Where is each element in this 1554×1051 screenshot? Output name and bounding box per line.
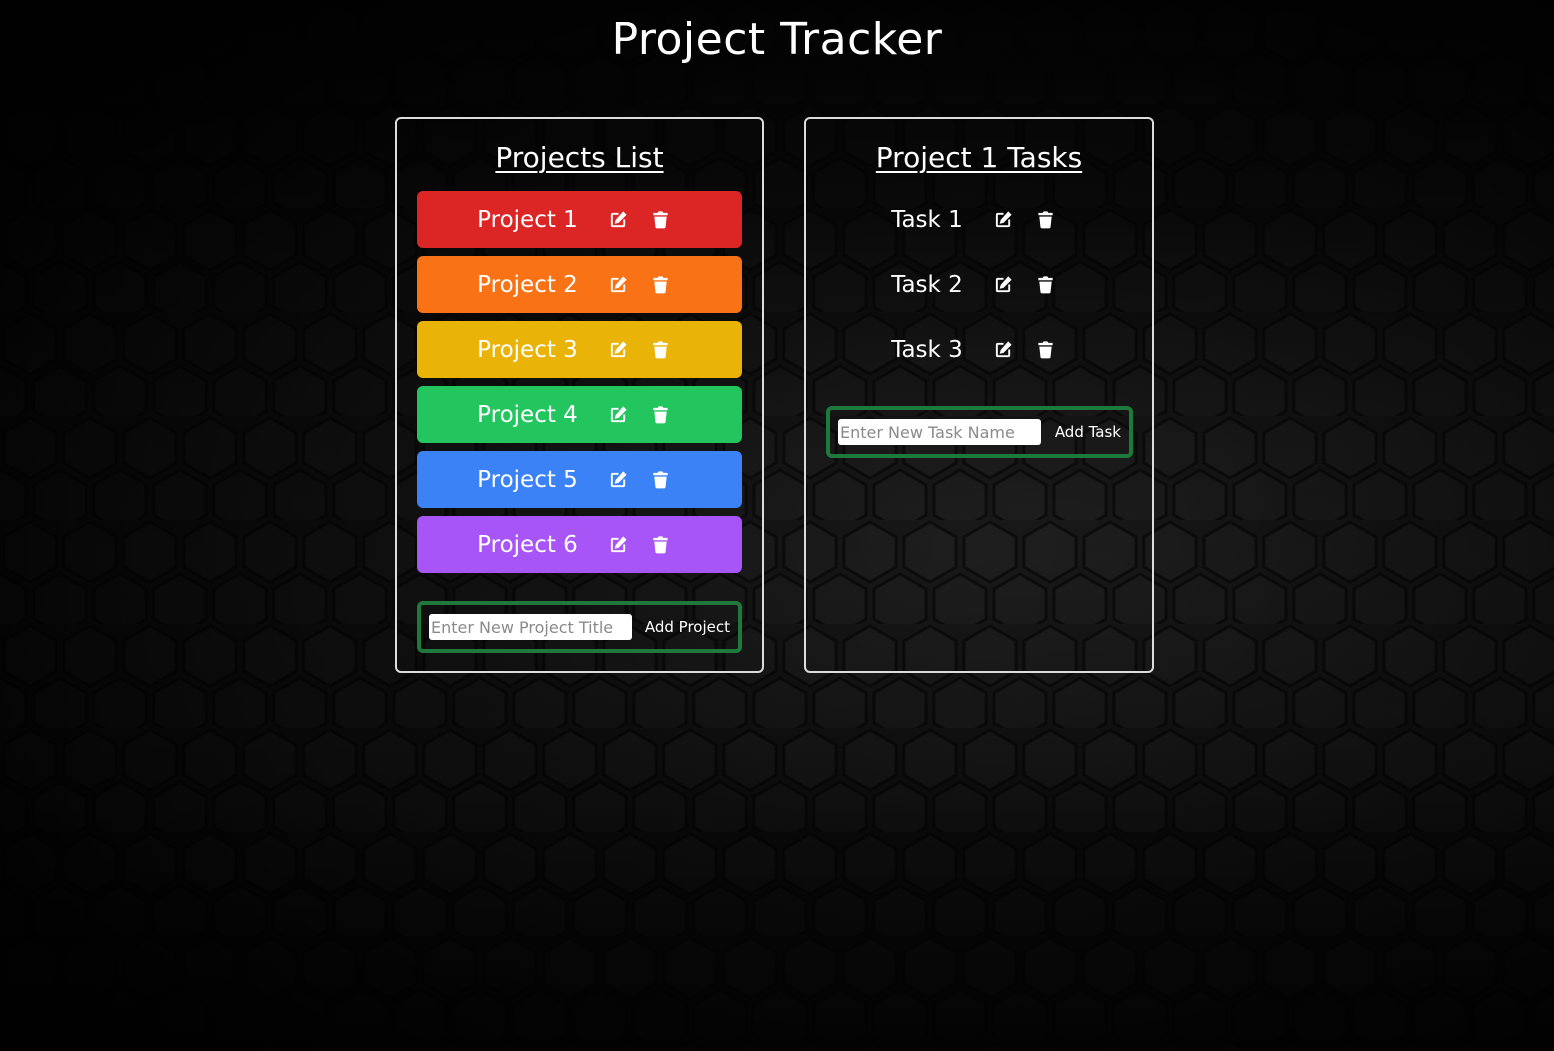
task-list: Task 1 Task 2 Task 3 xyxy=(806,191,1152,386)
trash-icon[interactable] xyxy=(650,404,672,426)
add-project-button[interactable]: Add Project xyxy=(643,618,732,636)
tasks-heading: Project 1 Tasks xyxy=(875,141,1083,174)
task-item[interactable]: Task 1 xyxy=(806,191,1152,248)
add-task-button[interactable]: Add Task xyxy=(1053,423,1123,441)
project-label: Project 1 xyxy=(477,206,578,233)
edit-icon[interactable] xyxy=(608,404,630,426)
task-label: Task 1 xyxy=(891,206,963,233)
tasks-panel: Project 1 Tasks Task 1 Task 2 Task 3 Add… xyxy=(804,117,1154,673)
project-item[interactable]: Project 2 xyxy=(417,256,742,313)
edit-icon[interactable] xyxy=(993,209,1015,231)
hexagon-background xyxy=(0,0,1554,1051)
projects-panel: Projects List Project 1 Project 2 Projec… xyxy=(395,117,764,673)
edit-icon[interactable] xyxy=(993,274,1015,296)
trash-icon[interactable] xyxy=(1035,274,1057,296)
add-task-form: Add Task xyxy=(826,406,1133,458)
project-label: Project 4 xyxy=(477,401,578,428)
trash-icon[interactable] xyxy=(650,209,672,231)
edit-icon[interactable] xyxy=(608,534,630,556)
trash-icon[interactable] xyxy=(1035,209,1057,231)
project-label: Project 6 xyxy=(477,531,578,558)
project-label: Project 2 xyxy=(477,271,578,298)
edit-icon[interactable] xyxy=(608,209,630,231)
trash-icon[interactable] xyxy=(650,339,672,361)
project-item[interactable]: Project 4 xyxy=(417,386,742,443)
project-label: Project 3 xyxy=(477,336,578,363)
trash-icon[interactable] xyxy=(650,534,672,556)
task-label: Task 2 xyxy=(891,271,963,298)
edit-icon[interactable] xyxy=(608,469,630,491)
project-label: Project 5 xyxy=(477,466,578,493)
trash-icon[interactable] xyxy=(650,274,672,296)
trash-icon[interactable] xyxy=(1035,339,1057,361)
new-project-title-input[interactable] xyxy=(429,614,632,640)
new-task-name-input[interactable] xyxy=(838,419,1041,445)
projects-list-heading: Projects List xyxy=(495,141,664,174)
project-item[interactable]: Project 1 xyxy=(417,191,742,248)
edit-icon[interactable] xyxy=(608,274,630,296)
edit-icon[interactable] xyxy=(608,339,630,361)
project-item[interactable]: Project 5 xyxy=(417,451,742,508)
page-title: Project Tracker xyxy=(611,14,943,65)
task-label: Task 3 xyxy=(891,336,963,363)
project-item[interactable]: Project 3 xyxy=(417,321,742,378)
project-item[interactable]: Project 6 xyxy=(417,516,742,573)
edit-icon[interactable] xyxy=(993,339,1015,361)
task-item[interactable]: Task 2 xyxy=(806,256,1152,313)
task-item[interactable]: Task 3 xyxy=(806,321,1152,378)
add-project-form: Add Project xyxy=(417,601,742,653)
trash-icon[interactable] xyxy=(650,469,672,491)
project-list: Project 1 Project 2 Project 3 Project 4 … xyxy=(417,191,742,581)
